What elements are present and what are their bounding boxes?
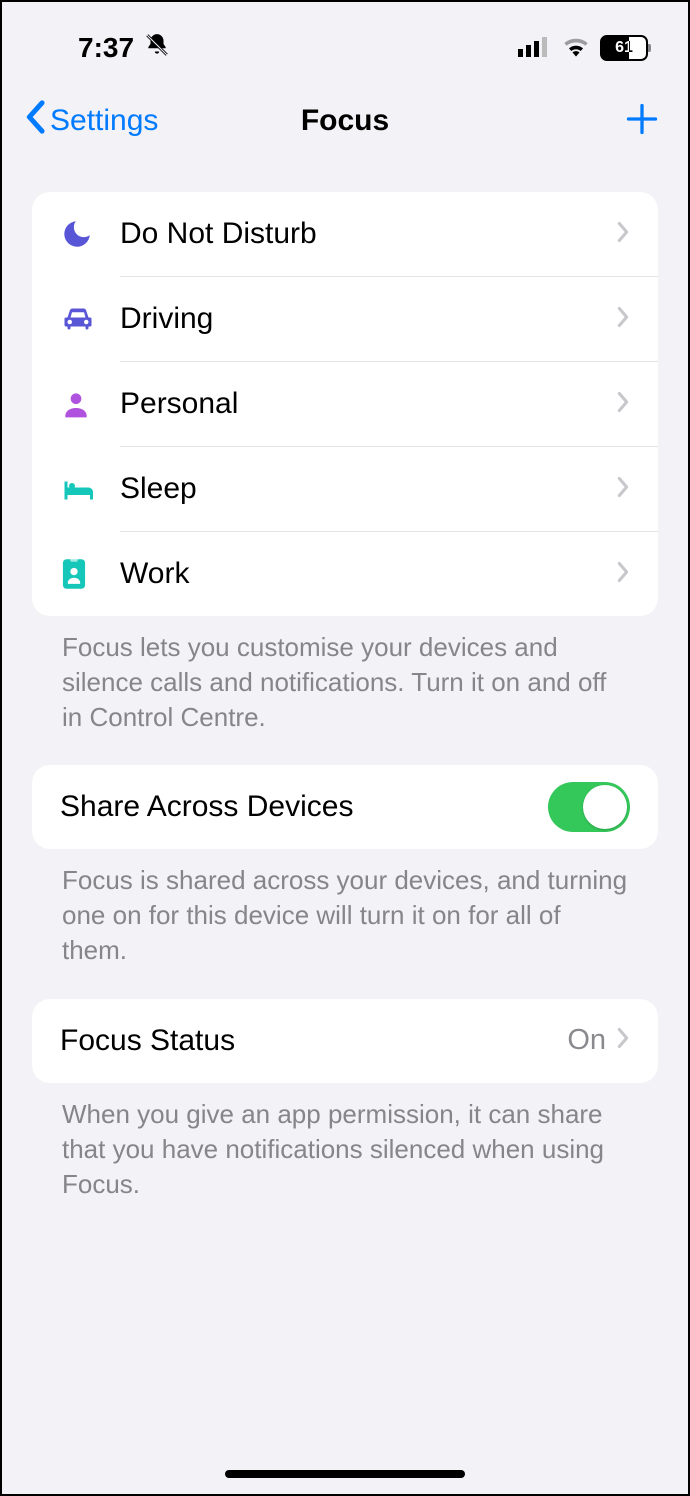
car-icon [60, 301, 120, 337]
share-footer: Focus is shared across your devices, and… [32, 849, 658, 968]
back-button[interactable]: Settings [24, 100, 158, 142]
focus-status-label: Focus Status [60, 1024, 567, 1058]
chevron-right-icon [616, 221, 630, 248]
cellular-icon [518, 32, 552, 64]
moon-icon [60, 217, 120, 251]
focus-mode-row[interactable]: Work [32, 532, 658, 616]
focus-mode-label: Sleep [120, 472, 616, 506]
back-label: Settings [50, 104, 158, 138]
bell-slash-icon [144, 32, 170, 65]
home-indicator[interactable] [225, 1470, 465, 1478]
share-label: Share Across Devices [60, 790, 548, 824]
focus-mode-label: Work [120, 557, 616, 591]
focus-mode-label: Driving [120, 302, 616, 336]
person-icon [60, 388, 120, 420]
chevron-right-icon [616, 306, 630, 333]
chevron-right-icon [616, 1027, 630, 1054]
chevron-right-icon [616, 391, 630, 418]
focus-status-footer: When you give an app permission, it can … [32, 1083, 658, 1202]
chevron-right-icon [616, 476, 630, 503]
status-bar: 7:37 61 [2, 2, 688, 72]
focus-status-section: Focus Status On [32, 999, 658, 1083]
battery-icon: 61 [600, 35, 648, 61]
add-button[interactable] [624, 101, 660, 142]
focus-mode-label: Personal [120, 387, 616, 421]
page-title: Focus [301, 104, 389, 138]
focus-modes-footer: Focus lets you customise your devices an… [32, 616, 658, 735]
focus-mode-row[interactable]: Sleep [32, 447, 658, 531]
focus-mode-label: Do Not Disturb [120, 217, 616, 251]
status-time: 7:37 [78, 32, 134, 64]
share-across-devices-row: Share Across Devices [32, 765, 658, 849]
focus-mode-row[interactable]: Driving [32, 277, 658, 361]
bed-icon [60, 471, 120, 507]
focus-modes-section: Do Not Disturb Driving Personal Sleep Work [32, 192, 658, 616]
chevron-right-icon [616, 561, 630, 588]
badge-icon [60, 558, 120, 590]
nav-bar: Settings Focus [2, 72, 688, 162]
focus-mode-row[interactable]: Do Not Disturb [32, 192, 658, 276]
focus-mode-row[interactable]: Personal [32, 362, 658, 446]
focus-status-value: On [567, 1024, 606, 1057]
wifi-icon [562, 32, 590, 64]
focus-status-row[interactable]: Focus Status On [32, 999, 658, 1083]
share-toggle[interactable] [548, 782, 630, 832]
chevron-left-icon [24, 100, 46, 142]
share-section: Share Across Devices [32, 765, 658, 849]
